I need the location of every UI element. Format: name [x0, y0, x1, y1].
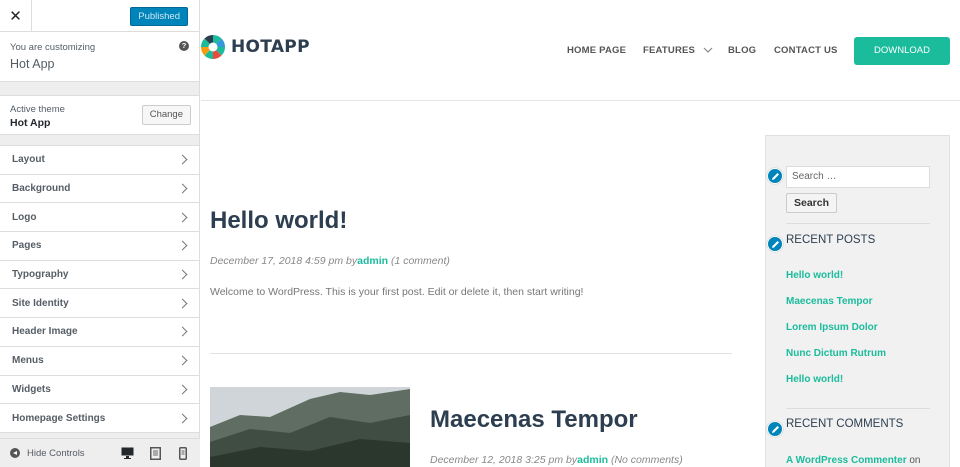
- comment-author-link[interactable]: A WordPress Commenter: [786, 455, 907, 466]
- post-thumbnail[interactable]: [210, 387, 410, 467]
- recent-post-link[interactable]: Maecenas Tempor: [786, 296, 873, 307]
- customizer-footer: Hide Controls: [0, 438, 200, 467]
- nav-label: FEATURES: [643, 45, 696, 56]
- section-widgets[interactable]: Widgets: [0, 375, 199, 405]
- section-menus[interactable]: Menus: [0, 346, 199, 376]
- logo-icon: [201, 35, 225, 59]
- close-icon[interactable]: ✕: [0, 0, 32, 31]
- chevron-right-icon: [177, 212, 188, 223]
- recent-post-link[interactable]: Hello world!: [786, 374, 843, 385]
- nav-blog[interactable]: BLOG: [728, 45, 756, 56]
- post-title[interactable]: Hello world!: [210, 207, 347, 235]
- recent-post-link[interactable]: Hello world!: [786, 270, 843, 281]
- chevron-down-icon: [703, 47, 713, 53]
- chevron-right-icon: [177, 384, 188, 395]
- post-by: by: [566, 454, 578, 466]
- post-excerpt: Welcome to WordPress. This is your first…: [210, 286, 584, 298]
- change-theme-button[interactable]: Change: [141, 105, 191, 125]
- post-comments-link[interactable]: (1 comment): [391, 255, 450, 267]
- section-label: Header Image: [12, 326, 78, 338]
- edit-pencil-icon[interactable]: [767, 168, 783, 184]
- download-button[interactable]: DOWNLOAD: [854, 37, 950, 65]
- widget-divider: [786, 408, 930, 409]
- comment-on-label: on: [909, 455, 921, 466]
- section-label: Homepage Settings: [12, 412, 106, 424]
- mobile-preview-icon[interactable]: [176, 446, 190, 460]
- logo-text: HOTAPP: [231, 37, 310, 57]
- section-label: Widgets: [12, 383, 51, 395]
- recent-post-link[interactable]: Lorem Ipsum Dolor: [786, 322, 878, 333]
- chevron-right-icon: [177, 355, 188, 366]
- nav-label: CONTACT US: [774, 45, 838, 56]
- nav-label: BLOG: [728, 45, 757, 56]
- site-logo[interactable]: HOTAPP: [201, 35, 310, 59]
- nav-features[interactable]: FEATURES: [643, 45, 713, 56]
- collapse-icon: [10, 448, 20, 458]
- site-name: Hot App: [10, 57, 55, 71]
- recent-comment: A WordPress Commenter on: [786, 455, 921, 466]
- section-typography[interactable]: Typography: [0, 260, 199, 290]
- section-label: Background: [12, 183, 71, 195]
- chevron-right-icon: [177, 298, 188, 309]
- post-by: by: [346, 255, 358, 267]
- nav-contact[interactable]: CONTACT US: [774, 45, 838, 56]
- section-header-image[interactable]: Header Image: [0, 318, 199, 347]
- hide-controls-label: Hide Controls: [27, 447, 85, 459]
- post-author-link[interactable]: admin: [577, 454, 608, 466]
- nav-label: HOME PAGE: [567, 45, 627, 56]
- section-pages[interactable]: Pages: [0, 232, 199, 261]
- help-icon[interactable]: ?: [179, 41, 189, 51]
- section-label: Menus: [12, 355, 44, 367]
- recent-posts-title: RECENT POSTS: [786, 234, 876, 246]
- section-site-identity[interactable]: Site Identity: [0, 289, 199, 319]
- post-author-link[interactable]: admin: [357, 255, 388, 267]
- customizer-sections: Layout Background Logo Pages Typography …: [0, 145, 199, 433]
- site-header: HOTAPP HOME PAGE FEATURES BLOG CONTACT U…: [201, 0, 960, 101]
- section-homepage-settings[interactable]: Homepage Settings: [0, 404, 199, 433]
- search-button[interactable]: Search: [786, 193, 838, 213]
- post-meta: December 12, 2018 3:25 pm byadmin (No co…: [430, 454, 683, 466]
- customizer-info: You are customizing Hot App ?: [0, 32, 199, 82]
- customizer-panel: ✕ Published You are customizing Hot App …: [0, 0, 200, 467]
- post-comments-link[interactable]: (No comments): [611, 454, 683, 466]
- post-divider: [210, 353, 732, 354]
- post-date: December 12, 2018 3:25 pm: [430, 454, 564, 466]
- desktop-preview-icon[interactable]: [120, 446, 134, 460]
- chevron-right-icon: [177, 413, 188, 423]
- published-button[interactable]: Published: [130, 7, 188, 26]
- section-label: Typography: [12, 269, 69, 281]
- chevron-right-icon: [177, 154, 188, 165]
- section-logo[interactable]: Logo: [0, 203, 199, 233]
- hide-controls-button[interactable]: Hide Controls: [0, 448, 113, 459]
- section-label: Logo: [12, 211, 37, 223]
- post-date: December 17, 2018 4:59 pm: [210, 255, 344, 267]
- section-label: Layout: [12, 154, 45, 166]
- section-background[interactable]: Background: [0, 174, 199, 204]
- section-label: Site Identity: [12, 297, 69, 309]
- chevron-right-icon: [177, 183, 188, 194]
- post-meta: December 17, 2018 4:59 pm byadmin (1 com…: [210, 255, 450, 267]
- recent-post-link[interactable]: Nunc Dictum Rutrum: [786, 348, 886, 359]
- widget-divider: [786, 223, 930, 224]
- chevron-right-icon: [177, 269, 188, 280]
- section-label: Pages: [12, 240, 42, 252]
- customizer-header: ✕ Published: [0, 0, 199, 32]
- site-preview: HOTAPP HOME PAGE FEATURES BLOG CONTACT U…: [201, 0, 960, 467]
- tablet-preview-icon[interactable]: [148, 446, 162, 460]
- widget-sidebar: Search … Search RECENT POSTS Hello world…: [765, 135, 950, 467]
- search-input[interactable]: Search …: [786, 166, 930, 188]
- edit-pencil-icon[interactable]: [767, 236, 783, 252]
- customizing-label: You are customizing: [10, 42, 96, 53]
- nav-home[interactable]: HOME PAGE: [567, 45, 626, 56]
- active-theme-section: Active theme Hot App Change: [0, 95, 199, 135]
- section-layout[interactable]: Layout: [0, 146, 199, 175]
- recent-comments-title: RECENT COMMENTS: [786, 418, 904, 430]
- edit-pencil-icon[interactable]: [767, 421, 783, 437]
- post-title[interactable]: Maecenas Tempor: [430, 406, 638, 434]
- chevron-right-icon: [177, 327, 188, 337]
- chevron-right-icon: [177, 240, 188, 251]
